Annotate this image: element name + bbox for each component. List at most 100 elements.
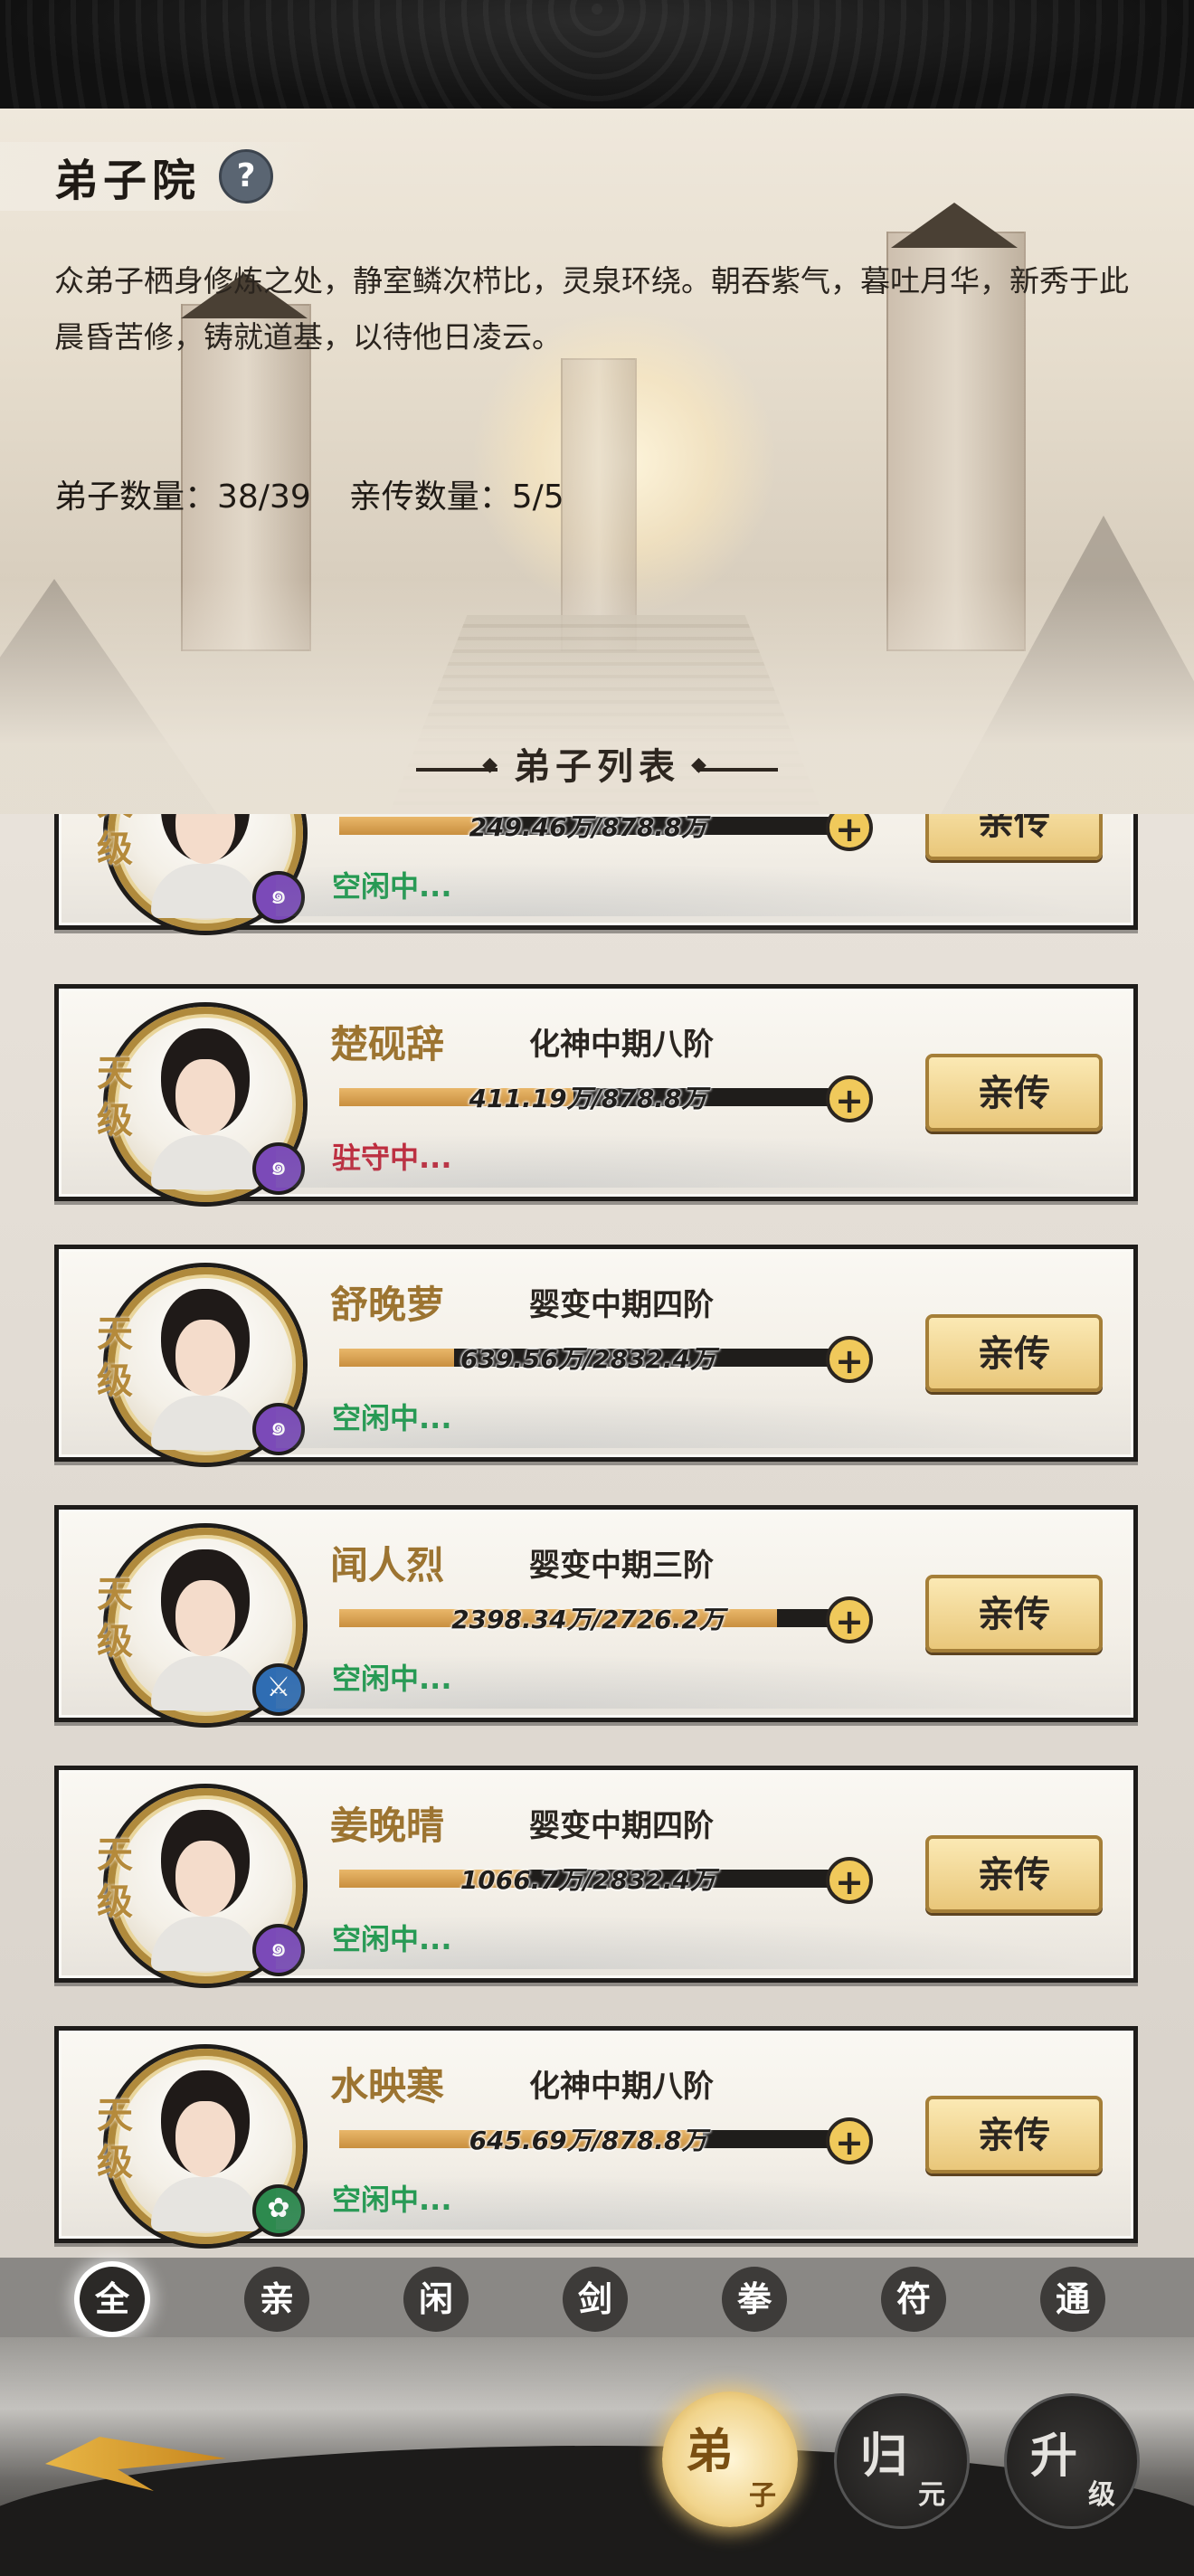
list-title-text: 弟子列表 xyxy=(514,745,680,788)
nav-button[interactable]: 升级 xyxy=(1004,2393,1140,2529)
disciple-avatar[interactable]: 天级 ✿ xyxy=(97,2049,305,2244)
bottom-nav: 弟子归元升级 xyxy=(0,2337,1194,2576)
disciple-avatar[interactable]: 天级 ๑ xyxy=(97,1788,305,1984)
exp-text: 1066.7万/2832.4万 xyxy=(460,1865,716,1895)
disciple-avatar[interactable]: 天级 ๑ xyxy=(97,1267,305,1463)
disciple-avatar[interactable]: 天级 ๑ xyxy=(97,1007,305,1202)
cultivation-realm: 化神中期八阶 xyxy=(529,2069,714,2105)
nav-label-sub: 元 xyxy=(918,2479,945,2511)
exp-text: 2398.34万/2726.2万 xyxy=(451,1605,725,1634)
inner-disciple-button[interactable]: 亲传 xyxy=(925,1314,1103,1392)
add-exp-button[interactable]: + xyxy=(826,2117,873,2164)
filter-chip[interactable]: 剑 xyxy=(563,2267,628,2332)
filter-chip[interactable]: 通 xyxy=(1040,2267,1105,2332)
exp-text: 639.56万/2832.4万 xyxy=(460,1344,716,1374)
cultivation-realm: 婴变中期四阶 xyxy=(529,1808,714,1844)
portrait-body xyxy=(151,864,260,918)
disciple-card[interactable]: 天级 ๑ 249.46万/878.8万 + 空闲中... 亲传 xyxy=(54,814,1138,931)
grade-label: 天级 xyxy=(97,814,133,870)
exp-text: 645.69万/878.8万 xyxy=(469,2126,707,2155)
disciple-card[interactable]: 天级 ⚔ 闻人烈 婴变中期三阶 2398.34万/2726.2万 + 空闲中..… xyxy=(54,1505,1138,1723)
nav-label-main: 升 xyxy=(1030,2429,1078,2484)
inner-disciple-button[interactable]: 亲传 xyxy=(925,814,1103,860)
add-exp-button[interactable]: + xyxy=(826,1075,873,1122)
status-text: 空闲中... xyxy=(332,2183,452,2217)
nav-label-sub: 级 xyxy=(1088,2479,1115,2511)
swirl-icon: ๑ xyxy=(252,1924,305,1976)
tower-right-roof xyxy=(891,203,1018,248)
exp-progress-bar: 2398.34万/2726.2万 xyxy=(339,1605,837,1634)
swirl-icon: ๑ xyxy=(252,1403,305,1455)
status-text: 驻守中... xyxy=(332,1141,452,1175)
cultivation-realm: 婴变中期四阶 xyxy=(529,1287,714,1323)
disciple-card[interactable]: 天级 ๑ 楚砚辞 化神中期八阶 411.19万/878.8万 + 驻守中... … xyxy=(54,984,1138,1202)
filter-chip[interactable]: 拳 xyxy=(722,2267,787,2332)
portrait-face xyxy=(175,1320,235,1396)
disciple-name: 闻人烈 xyxy=(330,1543,445,1587)
exp-progress-bar: 639.56万/2832.4万 xyxy=(339,1344,837,1374)
portrait-face xyxy=(175,2101,235,2177)
list-title: 弟子列表 xyxy=(0,737,1194,790)
disciple-avatar[interactable]: 天级 ⚔ xyxy=(97,1528,305,1723)
portrait-body xyxy=(151,1135,260,1189)
swirl-icon: ๑ xyxy=(252,1142,305,1195)
status-text: 空闲中... xyxy=(332,1922,452,1956)
status-text: 空闲中... xyxy=(332,1662,452,1696)
inner-disciple-count: 亲传数量：5/5 xyxy=(348,478,564,516)
inner-disciple-button[interactable]: 亲传 xyxy=(925,2096,1103,2174)
add-exp-button[interactable]: + xyxy=(826,814,873,851)
counts-row: 弟子数量：38/39 亲传数量：5/5 xyxy=(54,470,564,517)
portrait-face xyxy=(175,1580,235,1656)
help-icon[interactable]: ? xyxy=(219,149,274,204)
exp-progress-bar: 411.19万/878.8万 xyxy=(339,1084,837,1113)
leaf-swirl-icon: ✿ xyxy=(252,2184,305,2237)
top-status-bar xyxy=(0,0,1194,109)
cultivation-realm: 婴变中期三阶 xyxy=(529,1548,714,1584)
grade-label: 天级 xyxy=(97,1312,133,1402)
nav-label-main: 弟 xyxy=(686,2424,734,2479)
grade-label: 天级 xyxy=(97,1833,133,1923)
nav-button[interactable]: 归元 xyxy=(834,2393,970,2529)
disciple-card[interactable]: 天级 ๑ 舒晚萝 婴变中期四阶 639.56万/2832.4万 + 空闲中...… xyxy=(54,1245,1138,1463)
portrait-body xyxy=(151,1656,260,1710)
ornament-left-icon xyxy=(416,753,503,776)
disciple-list[interactable]: 天级 ๑ 249.46万/878.8万 + 空闲中... 亲传 天级 ๑ 楚砚辞… xyxy=(0,814,1194,2261)
add-exp-button[interactable]: + xyxy=(826,1336,873,1383)
filter-chip[interactable]: 符 xyxy=(881,2267,946,2332)
portrait-body xyxy=(151,1396,260,1450)
portrait-face xyxy=(175,814,235,864)
disciple-avatar[interactable]: 天级 ๑ xyxy=(97,814,305,931)
disciple-name: 舒晚萝 xyxy=(330,1283,445,1327)
exp-text: 411.19万/878.8万 xyxy=(469,1084,707,1113)
nav-label-main: 归 xyxy=(860,2429,908,2484)
inner-disciple-button[interactable]: 亲传 xyxy=(925,1054,1103,1132)
status-text: 空闲中... xyxy=(332,1401,452,1435)
portrait-body xyxy=(151,1917,260,1971)
disciple-card[interactable]: 天级 ๑ 姜晚晴 婴变中期四阶 1066.7万/2832.4万 + 空闲中...… xyxy=(54,1766,1138,1984)
cultivation-realm: 化神中期八阶 xyxy=(529,1027,714,1063)
disciple-name: 姜晚晴 xyxy=(330,1804,445,1848)
disciple-count: 弟子数量：38/39 xyxy=(54,478,311,516)
exp-text: 249.46万/878.8万 xyxy=(469,814,707,842)
sword-icon: ⚔ xyxy=(252,1663,305,1716)
disciple-card[interactable]: 天级 ✿ 水映寒 化神中期八阶 645.69万/878.8万 + 空闲中... … xyxy=(54,2026,1138,2244)
exp-progress-bar: 249.46万/878.8万 xyxy=(339,814,837,842)
nav-button[interactable]: 弟子 xyxy=(662,2391,798,2527)
grade-label: 天级 xyxy=(97,2094,133,2183)
portrait-body xyxy=(151,2177,260,2231)
nav-label-sub: 子 xyxy=(749,2480,776,2512)
disciple-name: 水映寒 xyxy=(330,2064,445,2108)
add-exp-button[interactable]: + xyxy=(826,1857,873,1904)
grade-label: 天级 xyxy=(97,1573,133,1662)
filter-chip[interactable]: 亲 xyxy=(244,2267,309,2332)
inner-disciple-button[interactable]: 亲传 xyxy=(925,1575,1103,1653)
inner-disciple-button[interactable]: 亲传 xyxy=(925,1835,1103,1913)
exp-progress-bar: 645.69万/878.8万 xyxy=(339,2126,837,2155)
filter-chip[interactable]: 全 xyxy=(80,2267,145,2332)
ornament-right-icon xyxy=(691,753,778,776)
page-title: 弟子院 xyxy=(54,156,202,206)
filter-chip[interactable]: 闲 xyxy=(403,2267,469,2332)
hero-banner xyxy=(0,109,1194,814)
grade-label: 天级 xyxy=(97,1052,133,1141)
add-exp-button[interactable]: + xyxy=(826,1596,873,1643)
